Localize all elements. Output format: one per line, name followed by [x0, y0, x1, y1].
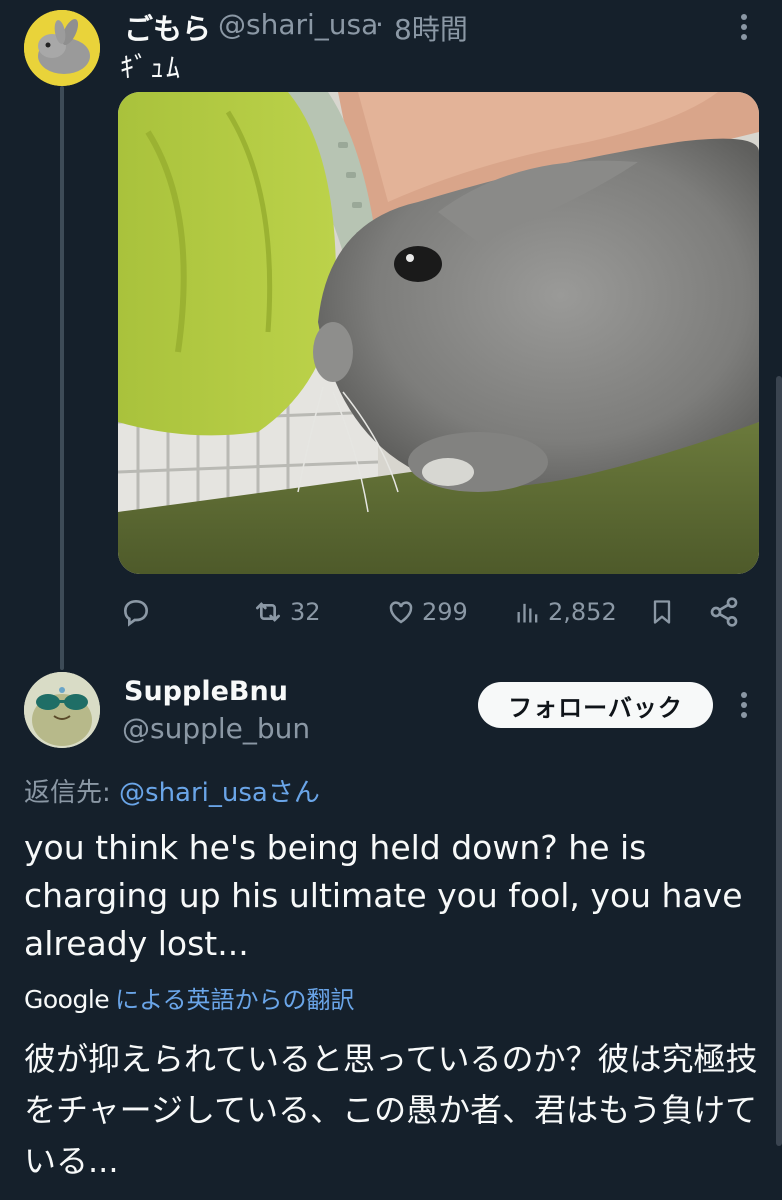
- translation-attribution: Google による英語からの翻訳: [24, 980, 354, 1015]
- thread-connector-line: [60, 86, 64, 670]
- author-handle[interactable]: @shari_usa: [218, 8, 378, 41]
- google-logo: Google: [24, 985, 110, 1014]
- author-display-name[interactable]: ごもら: [124, 6, 211, 48]
- views-button[interactable]: 2,852: [514, 592, 617, 632]
- retweet-icon: [255, 602, 280, 622]
- tweet-photo[interactable]: [118, 92, 759, 574]
- reply-button[interactable]: [120, 592, 152, 632]
- author-handle[interactable]: @supple_bun: [122, 712, 310, 745]
- reply-icon: [123, 599, 149, 627]
- scrollbar[interactable]: [776, 376, 782, 1146]
- heart-icon: [389, 601, 413, 624]
- share-icon: [710, 597, 738, 627]
- translation-link[interactable]: による英語からの翻訳: [115, 980, 354, 1015]
- tweet-text: ｷﾞｭﾑ: [120, 51, 183, 84]
- retweet-button[interactable]: 32: [252, 592, 321, 632]
- separator-dot: ·: [375, 8, 384, 41]
- bookmark-button[interactable]: [648, 592, 676, 632]
- retweet-count: 32: [290, 598, 321, 626]
- translated-text: 彼が抑えられていると思っているのか？彼は究極技をチャージしている、この愚か者、君…: [24, 1040, 758, 1180]
- view-count: 2,852: [548, 598, 617, 626]
- tweet-text: you think he's being held down? he is ch…: [24, 828, 743, 963]
- follow-back-button[interactable]: フォローバック: [478, 682, 713, 728]
- bar-chart-icon: [517, 603, 538, 623]
- thread-view: ごもら @shari_usa · 8時間 ｷﾞｭﾑ 32 299 2,852 S…: [0, 0, 782, 1200]
- reply-mention-link[interactable]: @shari_usaさん: [119, 778, 320, 808]
- tweet-timestamp[interactable]: 8時間: [394, 8, 468, 48]
- avatar[interactable]: [24, 10, 100, 86]
- like-button[interactable]: 299: [386, 592, 468, 632]
- more-options-icon[interactable]: [734, 686, 754, 726]
- share-button[interactable]: [708, 592, 740, 632]
- avatar[interactable]: [24, 672, 100, 748]
- bookmark-icon: [653, 600, 671, 624]
- reply-prefix: 返信先:: [24, 778, 120, 808]
- author-display-name[interactable]: SuppleBnu: [124, 676, 288, 707]
- like-count: 299: [422, 598, 468, 626]
- more-options-icon[interactable]: [734, 8, 754, 48]
- replying-to-label: 返信先: @shari_usaさん: [24, 772, 320, 809]
